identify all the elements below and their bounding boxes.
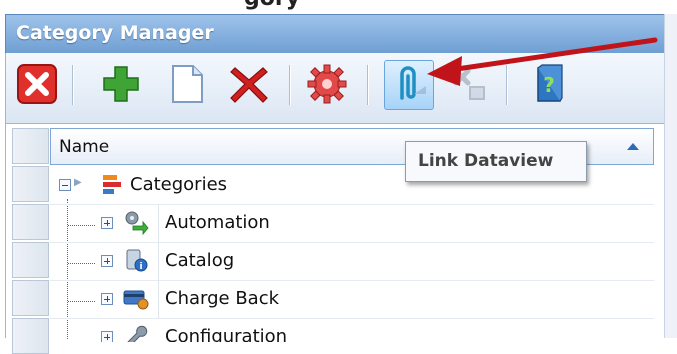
row-header[interactable] (12, 204, 49, 240)
catalog-info-icon: i (126, 249, 148, 272)
tree-row-charge-back[interactable]: Charge Back (50, 280, 654, 319)
paperclip-link-icon (400, 66, 426, 100)
delete-button[interactable] (226, 61, 272, 107)
help-button[interactable]: ? (526, 61, 572, 107)
help-book-icon: ? (537, 64, 563, 102)
column-header-label: Name (59, 137, 110, 157)
row-header[interactable] (12, 128, 49, 164)
collapse-icon[interactable] (59, 179, 71, 191)
add-button[interactable] (98, 61, 144, 107)
configuration-wrench-icon (127, 325, 148, 342)
tree-row-automation[interactable]: Automation (50, 204, 654, 243)
delete-x-icon (230, 67, 268, 103)
pointer-arrow-icon: ▶ (74, 177, 82, 188)
sort-ascending-icon (627, 143, 639, 150)
tree-row-catalog[interactable]: i Catalog (50, 242, 654, 281)
row-header[interactable] (12, 280, 49, 316)
unlink-icon (453, 68, 485, 100)
tooltip-text: Link Dataview (418, 151, 554, 171)
svg-text:?: ? (543, 73, 555, 97)
categories-icon (103, 175, 121, 194)
expand-icon[interactable] (101, 331, 113, 342)
document-icon (172, 65, 203, 103)
plus-icon (103, 66, 139, 102)
clipped-heading-fragment: gory (244, 0, 300, 11)
window-title-bar: Category Manager (5, 14, 666, 53)
tree-row-label: Catalog (165, 250, 235, 271)
tree-row-label: Configuration (165, 326, 288, 342)
window-title: Category Manager (16, 22, 214, 44)
charge-back-card-icon (123, 290, 149, 310)
expand-icon[interactable] (101, 293, 113, 305)
tree-row-configuration[interactable]: Configuration (50, 318, 654, 342)
row-header[interactable] (12, 318, 49, 354)
row-header[interactable] (12, 242, 49, 278)
gear-icon (307, 64, 347, 104)
new-document-button[interactable] (164, 61, 210, 107)
close-red-icon (17, 64, 57, 104)
svg-text:i: i (139, 262, 142, 272)
tree-row-label: Categories (130, 174, 228, 195)
close-button[interactable] (14, 61, 60, 107)
tooltip: Link Dataview (405, 141, 587, 182)
tree-row-label: Charge Back (165, 288, 280, 309)
row-header-column (12, 124, 50, 354)
automation-gears-icon (125, 211, 149, 235)
unlink-dataview-button[interactable] (446, 61, 492, 107)
row-header[interactable] (12, 166, 49, 202)
toolbar: ? (5, 53, 666, 124)
window-right-edge (664, 14, 677, 338)
tree-row-label: Automation (165, 212, 270, 233)
expand-icon[interactable] (101, 217, 113, 229)
settings-button[interactable] (304, 61, 350, 107)
expand-icon[interactable] (101, 255, 113, 267)
link-dataview-button[interactable] (384, 60, 434, 110)
